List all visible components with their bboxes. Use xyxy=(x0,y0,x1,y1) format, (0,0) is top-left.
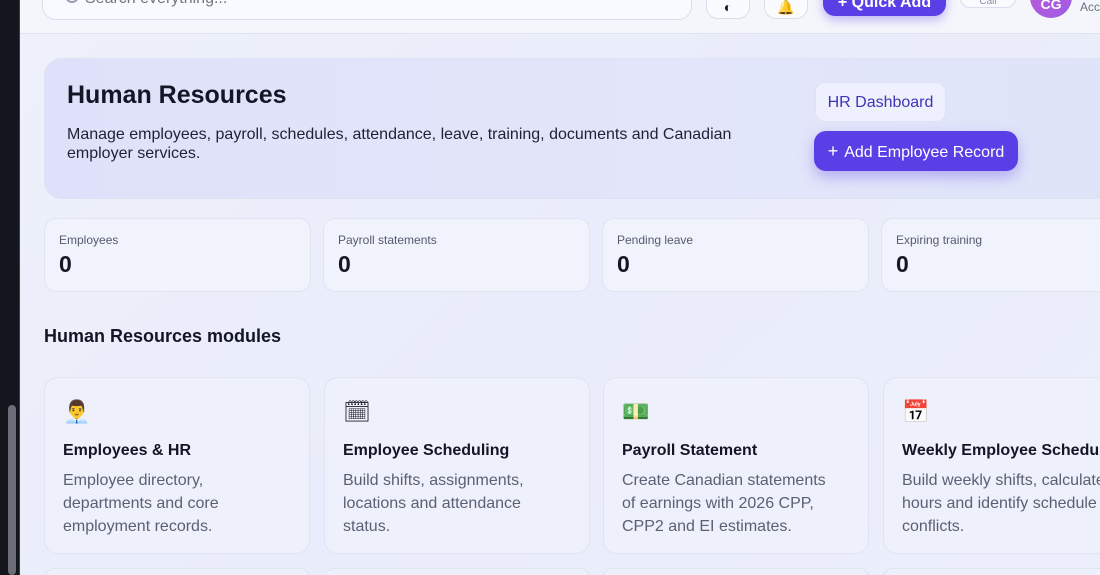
module-card-partial[interactable] xyxy=(603,568,869,575)
call-pill[interactable]: Call xyxy=(960,0,1016,8)
stat-label: Expiring training xyxy=(896,233,983,247)
module-card-partial[interactable] xyxy=(44,568,310,575)
half-moon-icon: ◐ xyxy=(723,0,733,15)
spiral-calendar-icon: 🗓 xyxy=(343,400,371,425)
module-card-partial[interactable] xyxy=(883,568,1100,575)
module-title: Employee Scheduling xyxy=(343,442,510,459)
module-card-weekly-employee-schedule[interactable]: 📅 Weekly Employee Schedule Build weekly … xyxy=(883,377,1100,554)
stat-label: Pending leave xyxy=(617,233,694,247)
search-icon xyxy=(65,0,79,3)
avatar[interactable]: CG xyxy=(1030,0,1072,18)
module-description: Build weekly shifts, calculate hours and… xyxy=(902,472,1100,535)
quick-add-button[interactable]: + Quick Add xyxy=(823,0,946,16)
notifications-button[interactable]: 🔔 xyxy=(764,0,808,19)
bell-icon: 🔔 xyxy=(777,0,795,15)
stat-card-payroll-statements: Payroll statements 0 xyxy=(323,218,590,292)
calendar-17-icon: 📅 xyxy=(902,400,930,425)
hr-dashboard-button[interactable]: HR Dashboard xyxy=(815,82,946,122)
module-description: Employee directory, departments and core… xyxy=(63,472,219,535)
module-card-employee-scheduling[interactable]: 🗓 Employee Scheduling Build shifts, assi… xyxy=(324,377,590,554)
scrollbar-thumb[interactable] xyxy=(8,405,16,575)
module-card-payroll-statement[interactable]: 💵 Payroll Statement Create Canadian stat… xyxy=(603,377,869,554)
page-description: Manage employees, payroll, schedules, at… xyxy=(67,126,732,162)
account-label[interactable]: Acc xyxy=(1080,0,1100,14)
stat-label: Employees xyxy=(59,233,119,247)
modules-section-title: Human Resources modules xyxy=(44,326,282,346)
search-input[interactable] xyxy=(85,0,645,9)
office-worker-icon: 👨‍💼 xyxy=(63,400,91,425)
stat-value: 0 xyxy=(59,251,72,277)
module-card-partial[interactable] xyxy=(324,568,590,575)
module-title: Weekly Employee Schedule xyxy=(902,442,1100,459)
stat-card-employees: Employees 0 xyxy=(44,218,311,292)
dollar-banknote-icon: 💵 xyxy=(622,400,650,425)
stat-card-pending-leave: Pending leave 0 xyxy=(602,218,869,292)
search-box[interactable] xyxy=(42,0,692,20)
page-title: Human Resources xyxy=(67,81,287,109)
add-employee-record-label: Add Employee Record xyxy=(844,144,1005,161)
module-description: Create Canadian statements of earnings w… xyxy=(622,472,826,535)
window-left-edge xyxy=(0,0,20,575)
stat-value: 0 xyxy=(896,251,909,277)
theme-toggle-button[interactable]: ◐ xyxy=(706,0,750,19)
module-title: Payroll Statement xyxy=(622,442,758,459)
module-card-employees-hr[interactable]: 👨‍💼 Employees & HR Employee directory, d… xyxy=(44,377,310,554)
add-employee-record-button[interactable]: + Add Employee Record xyxy=(814,131,1018,171)
hero-banner: Human Resources Manage employees, payrol… xyxy=(44,58,1100,199)
stat-value: 0 xyxy=(617,251,630,277)
stat-value: 0 xyxy=(338,251,351,277)
module-title: Employees & HR xyxy=(63,442,192,459)
app-main: ◐ 🔔 + Quick Add Call CG Acc Human Resour… xyxy=(20,0,1100,575)
module-description: Build shifts, assignments, locations and… xyxy=(343,472,524,535)
stat-card-expiring-training: Expiring training 0 xyxy=(881,218,1100,292)
plus-icon: + xyxy=(827,141,839,161)
top-header: ◐ 🔔 + Quick Add Call CG Acc xyxy=(20,0,1100,34)
stat-label: Payroll statements xyxy=(338,233,437,247)
